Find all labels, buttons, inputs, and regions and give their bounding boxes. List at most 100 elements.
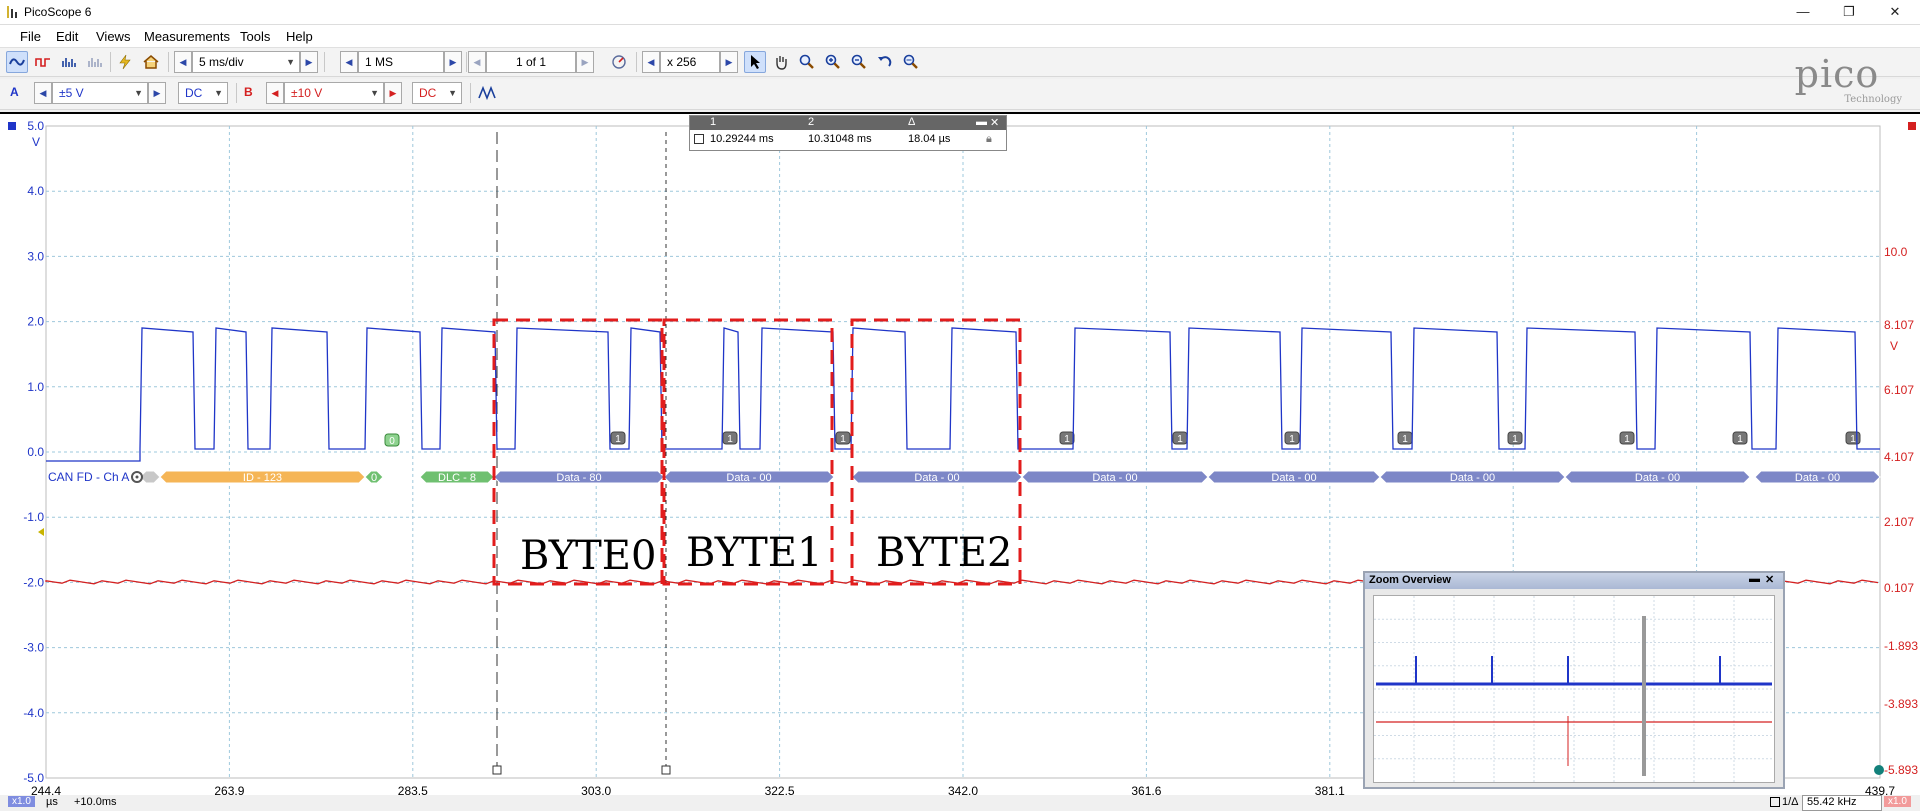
channel-b-coupling-select[interactable]: DC ▼ — [412, 82, 462, 104]
channel-a-trace — [46, 327, 1880, 462]
zoom-out-icon[interactable] — [848, 51, 870, 73]
chevron-down-icon: ▼ — [134, 88, 143, 98]
cursor-delta-header: Δ — [908, 116, 916, 128]
cursor-measurement-table[interactable]: 1 2 Δ ▬ ✕ 10.29244 ms 10.31048 ms 18.04 … — [689, 115, 1007, 151]
menu-views[interactable]: Views — [96, 29, 130, 44]
svg-text:Data - 00: Data - 00 — [1450, 472, 1495, 484]
channel-b-range-select[interactable]: ±10 V ▼ — [284, 82, 384, 104]
channel-b-range-decrease[interactable]: ◀ — [266, 82, 284, 104]
persistence-mode-icon[interactable] — [32, 51, 54, 73]
decoder-data-packet[interactable]: Data - 00 — [1564, 470, 1751, 484]
timebase-select[interactable]: 5 ms/div ▼ — [192, 51, 300, 73]
pointer-tool-icon[interactable] — [744, 51, 766, 73]
timebase-increase-button[interactable]: ▶ — [300, 51, 318, 73]
svg-text:DLC - 8: DLC - 8 — [438, 472, 476, 484]
svg-text:1: 1 — [1402, 434, 1408, 445]
hand-tool-icon[interactable] — [770, 51, 792, 73]
samples-value: 1 MS — [365, 55, 394, 69]
samples-increase-button[interactable]: ▶ — [444, 51, 462, 73]
buffer-position-field[interactable]: 1 of 1 — [486, 51, 576, 73]
decoder-rtr-packet[interactable]: 0 — [364, 470, 384, 484]
channel-a-range-increase[interactable]: ▶ — [148, 82, 166, 104]
zoom-overview-plot[interactable] — [1373, 595, 1775, 783]
decoder-data-packet[interactable]: Data - 80 — [493, 470, 665, 484]
picoscope-app-icon — [7, 6, 17, 18]
close-icon[interactable]: ✕ — [990, 116, 999, 129]
scope-mode-icon[interactable] — [6, 51, 28, 73]
lock-icon[interactable]: 🔒︎ — [986, 133, 992, 146]
svg-text:Data - 00: Data - 00 — [1271, 472, 1316, 484]
zoom-to-fit-icon[interactable] — [900, 51, 922, 73]
channel-a-label[interactable]: A — [10, 85, 19, 99]
svg-text:Data - 00: Data - 00 — [914, 472, 959, 484]
zoom-overview-panel[interactable]: Zoom Overview ▬ ✕ — [1363, 571, 1785, 789]
zoom-in-icon[interactable] — [822, 51, 844, 73]
zoom-factor-field[interactable]: x 256 — [660, 51, 720, 73]
decoder-data-packet[interactable]: Data - 00 — [1021, 470, 1209, 484]
right-scale-badge[interactable]: x1.0 — [1884, 796, 1911, 807]
math-channels-icon[interactable] — [476, 82, 498, 104]
default-setup-home-icon[interactable] — [140, 51, 162, 73]
menu-tools[interactable]: Tools — [240, 29, 270, 44]
svg-text:Data - 00: Data - 00 — [1795, 472, 1840, 484]
buffer-next-button[interactable]: ▶ — [576, 51, 594, 73]
channel-b-label[interactable]: B — [244, 85, 253, 99]
channel-a-range-select[interactable]: ±5 V ▼ — [52, 82, 148, 104]
decoder-data-packet[interactable]: Data - 00 — [1207, 470, 1381, 484]
svg-text:1: 1 — [1177, 434, 1183, 445]
menu-edit[interactable]: Edit — [56, 29, 78, 44]
buffer-prev-button[interactable]: ◀ — [468, 51, 486, 73]
left-axis-tick: 1.0 — [27, 380, 44, 394]
zoom-decrease-button[interactable]: ◀ — [642, 51, 660, 73]
right-axis-tick: -3.893 — [1884, 697, 1918, 711]
x-scale-badge[interactable]: x1.0 — [8, 796, 35, 807]
close-icon[interactable]: ✕ — [1765, 573, 1774, 586]
svg-text:0: 0 — [389, 436, 395, 447]
minimize-icon[interactable]: ▬ — [1749, 573, 1760, 585]
minimize-icon[interactable]: ▬ — [976, 116, 987, 128]
undo-zoom-icon[interactable] — [874, 51, 896, 73]
cursor-2-header: 2 — [808, 116, 815, 128]
zoom-increase-button[interactable]: ▶ — [720, 51, 738, 73]
zoom-region-icon[interactable] — [796, 51, 818, 73]
byte1-label: BYTE1 — [686, 530, 822, 576]
menu-bar: File Edit Views Measurements Tools Help — [0, 25, 1920, 48]
cursor-mode-label[interactable]: 1/Δ — [1782, 796, 1799, 808]
channel-b-range-increase[interactable]: ▶ — [384, 82, 402, 104]
samples-select[interactable]: 1 MS — [358, 51, 444, 73]
cursor-mode-checkbox[interactable] — [1770, 797, 1780, 807]
channel-a-coupling-select[interactable]: DC ▼ — [178, 82, 228, 104]
logo-word: pico — [1794, 52, 1880, 96]
right-axis-tick: -5.893 — [1884, 763, 1918, 777]
timebase-decrease-button[interactable]: ◀ — [174, 51, 192, 73]
minimize-button[interactable]: — — [1780, 0, 1826, 24]
cursor-1-value: 10.29244 ms — [710, 133, 774, 145]
decoder-data-packet[interactable]: Data - 00 — [1379, 470, 1566, 484]
maximize-button[interactable]: ❐ — [1826, 0, 1872, 24]
decoder-data-packet[interactable]: Data - 00 — [1754, 470, 1881, 484]
left-axis-tick: -4.0 — [23, 706, 44, 720]
decoder-label[interactable]: CAN FD - Ch A — [48, 470, 129, 484]
decoder-data-packet[interactable]: Data - 00 — [663, 470, 835, 484]
pico-technology-logo: pico Technology — [1772, 52, 1902, 108]
decoder-dlc-packet[interactable]: DLC - 8 — [419, 470, 495, 484]
decoder-data-packet[interactable]: Data - 00 — [851, 470, 1023, 484]
menu-help[interactable]: Help — [286, 29, 313, 44]
row-checkbox[interactable] — [694, 134, 704, 144]
channel-a-coupling-value: DC — [185, 86, 203, 100]
samples-decrease-button[interactable]: ◀ — [340, 51, 358, 73]
decoder-id-packet[interactable]: ID - 123 — [159, 470, 366, 484]
close-button[interactable]: ✕ — [1872, 0, 1918, 24]
channel-a-range-decrease[interactable]: ◀ — [34, 82, 52, 104]
channel-b-marker — [1908, 122, 1916, 130]
menu-measurements[interactable]: Measurements — [144, 29, 230, 44]
zoom-window-indicator[interactable] — [1642, 616, 1646, 776]
menu-file[interactable]: File — [20, 29, 41, 44]
svg-text:1: 1 — [840, 434, 846, 445]
svg-text:0: 0 — [371, 472, 377, 484]
serial-mode-icon[interactable] — [84, 51, 106, 73]
spectrum-mode-icon[interactable] — [58, 51, 80, 73]
buffer-navigator-icon[interactable] — [608, 51, 630, 73]
svg-text:1: 1 — [1289, 434, 1295, 445]
auto-setup-icon[interactable] — [114, 51, 136, 73]
